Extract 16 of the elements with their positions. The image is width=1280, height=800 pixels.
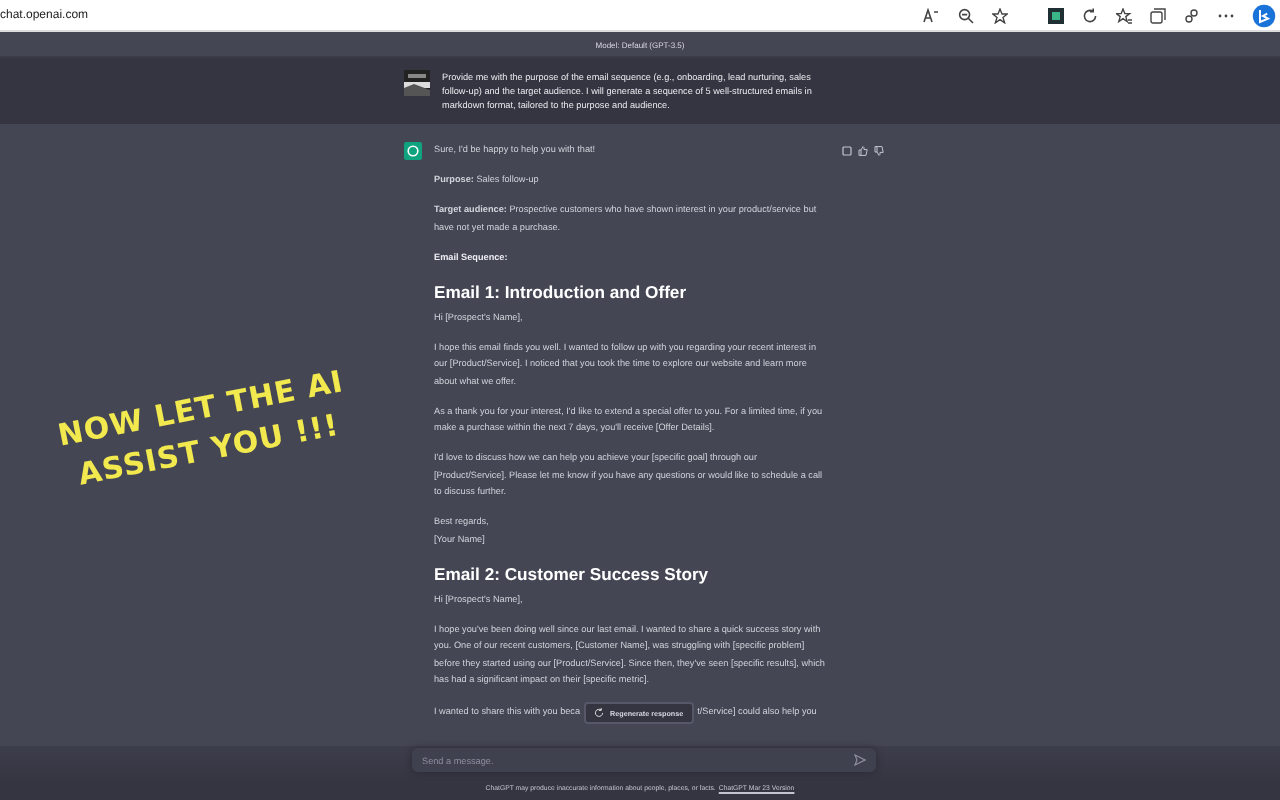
thumbs-down-icon[interactable] (874, 146, 884, 156)
email-heading: Email 1: Introduction and Offer (434, 279, 689, 303)
read-aloud-icon[interactable] (922, 7, 940, 23)
refresh-icon[interactable] (1082, 7, 1098, 23)
chat-assistant-icon[interactable] (1252, 3, 1276, 27)
send-icon[interactable] (854, 754, 866, 766)
email-heading: Email 2: Customer Success Story (434, 561, 711, 585)
refresh-icon (594, 708, 605, 718)
zoom-icon[interactable] (958, 7, 974, 23)
copy-icon[interactable] (842, 146, 852, 156)
extension-icon[interactable] (1048, 7, 1064, 23)
collections-icon[interactable] (1150, 7, 1166, 23)
assistant-avatar-icon (404, 142, 422, 160)
thumbs-up-icon[interactable] (858, 146, 868, 156)
favorites-icon[interactable] (1116, 7, 1132, 23)
star-icon[interactable] (992, 7, 1008, 23)
